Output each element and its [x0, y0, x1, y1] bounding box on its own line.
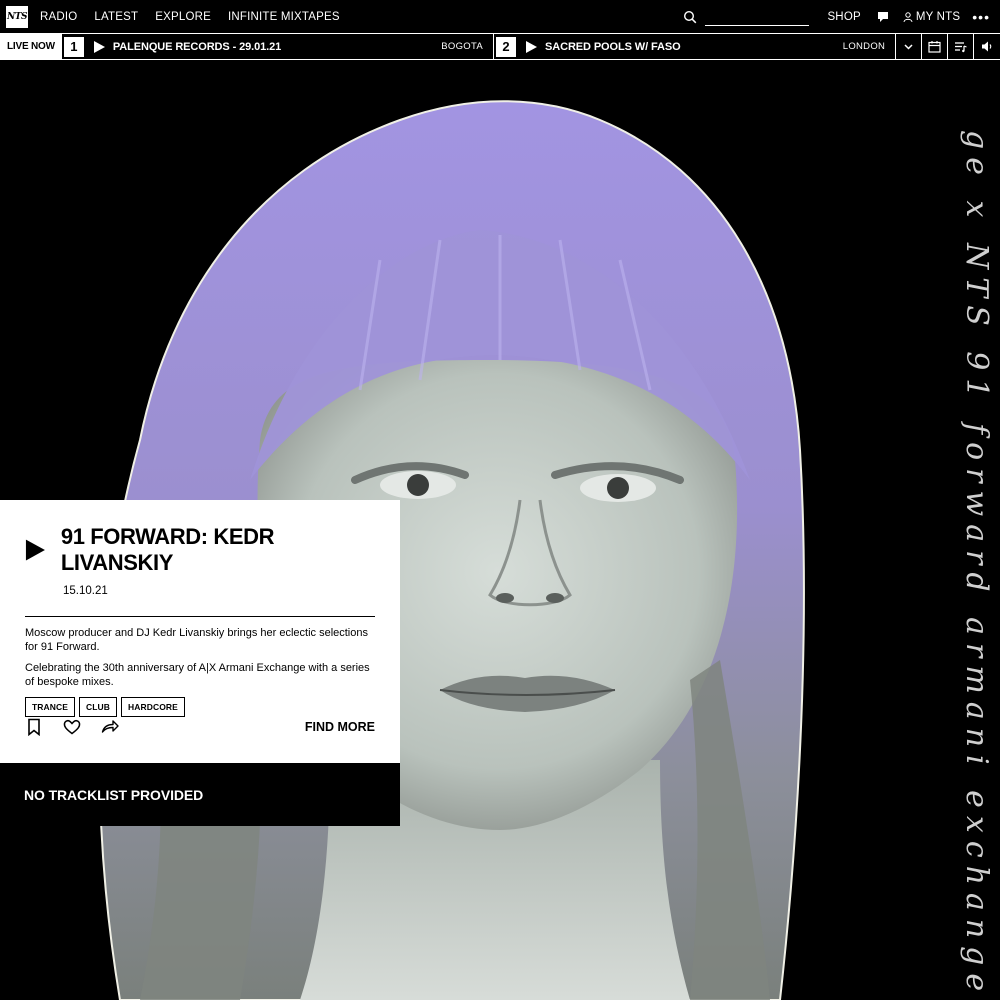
episode-date: 15.10.21: [63, 585, 108, 597]
top-navigation: NTS RADIO LATEST EXPLORE INFINITE MIXTAP…: [0, 0, 1000, 33]
channel-city: LONDON: [842, 41, 886, 52]
channel-title: SACRED POOLS W/ FASO: [545, 40, 681, 53]
user-icon: [903, 11, 913, 22]
episode-description: Moscow producer and DJ Kedr Livanskiy br…: [25, 627, 368, 653]
episode-header: 91 FORWARD: KEDR LIVANSKIY: [25, 524, 375, 576]
schedule-icon: [928, 41, 941, 53]
ellipsis-icon[interactable]: •••: [972, 10, 990, 24]
genre-tag-club[interactable]: CLUB: [79, 697, 118, 717]
episode-description: Celebrating the 30th anniversary of A|X …: [25, 662, 370, 688]
live-channel-2[interactable]: 2 SACRED POOLS W/ FASO LONDON: [494, 34, 897, 59]
shop-link[interactable]: SHOP: [827, 11, 860, 23]
genre-tag-trance[interactable]: TRANCE: [25, 697, 76, 717]
volume-icon: [981, 41, 991, 52]
genre-tags: TRANCE CLUB HARDCORE: [25, 697, 375, 717]
search-icon[interactable]: [683, 10, 697, 24]
nav-link-infinite-mixtapes[interactable]: INFINITE MIXTAPES: [228, 11, 340, 23]
episode-card: 91 FORWARD: KEDR LIVANSKIY 15.10.21 Mosc…: [0, 500, 400, 763]
nts-logo[interactable]: NTS: [6, 5, 28, 28]
chevron-down-icon: [904, 44, 913, 50]
volume-button[interactable]: [974, 34, 1000, 59]
channel-number: 2: [496, 36, 517, 57]
card-divider: [25, 616, 375, 617]
episode-actions: FIND MORE: [25, 718, 375, 736]
channel-city: BOGOTA: [441, 41, 484, 52]
play-icon[interactable]: [525, 40, 538, 53]
nav-link-latest[interactable]: LATEST: [94, 11, 138, 23]
live-now-label: LIVE NOW: [0, 34, 62, 59]
episode-title: 91 FORWARD: KEDR LIVANSKIY: [60, 524, 275, 575]
live-bar: LIVE NOW 1 PALENQUE RECORDS - 29.01.21 B…: [0, 33, 1000, 60]
my-nts-link[interactable]: MY NTS: [903, 11, 960, 23]
live-channel-1[interactable]: 1 PALENQUE RECORDS - 29.01.21 BOGOTA: [62, 34, 495, 59]
channel-title: PALENQUE RECORDS - 29.01.21: [112, 40, 282, 53]
schedule-button[interactable]: [922, 34, 949, 59]
genre-tag-hardcore[interactable]: HARDCORE: [121, 697, 185, 717]
vertical-artwork-text: ge x NTS 91 forward armani exchange x NT…: [959, 130, 994, 1000]
playlist-button[interactable]: [948, 34, 975, 59]
nav-links: RADIO LATEST EXPLORE INFINITE MIXTAPES: [40, 11, 340, 23]
channel-number: 1: [63, 36, 84, 57]
my-nts-label: MY NTS: [915, 10, 961, 23]
play-icon[interactable]: [25, 538, 46, 562]
nav-link-explore[interactable]: EXPLORE: [155, 11, 211, 23]
nav-link-radio[interactable]: RADIO: [40, 11, 77, 23]
bookmark-icon[interactable]: [25, 718, 43, 736]
tracklist-status: NO TRACKLIST PROVIDED: [24, 786, 204, 803]
heart-icon[interactable]: [63, 718, 81, 736]
find-more-link[interactable]: FIND MORE: [305, 720, 375, 734]
playlist-icon: [955, 42, 967, 53]
chat-icon[interactable]: [877, 11, 889, 23]
nav-right: SHOP MY NTS •••: [683, 0, 1000, 33]
search-input[interactable]: [705, 7, 810, 26]
play-icon[interactable]: [93, 40, 105, 53]
share-icon[interactable]: [101, 718, 119, 736]
expand-button[interactable]: [896, 34, 923, 59]
tracklist-panel: NO TRACKLIST PROVIDED: [0, 763, 400, 826]
